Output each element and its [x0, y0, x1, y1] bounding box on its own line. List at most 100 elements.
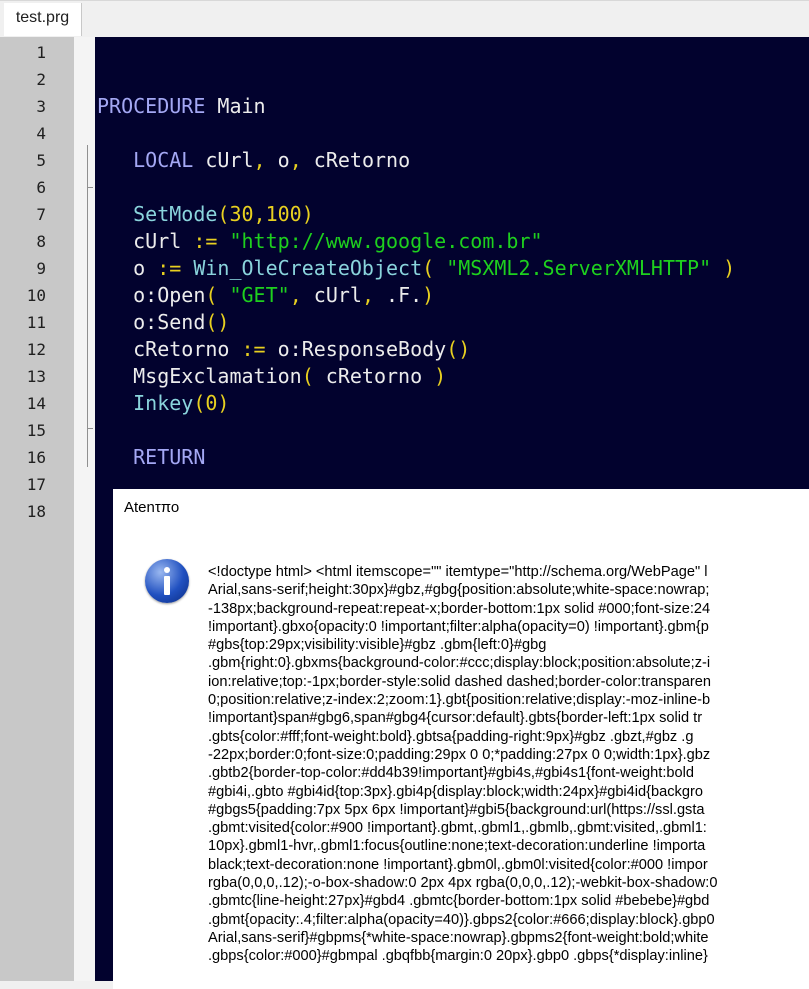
line-number: 9 [36, 259, 46, 278]
message-line: -22px;border:0;font-size:0;padding:29px … [208, 746, 711, 763]
message-line: !important}.gbxo{opacity:0 !important;fi… [208, 618, 709, 635]
code-token: "http://www.google.com.br" [229, 229, 543, 253]
line-number: 7 [36, 205, 46, 224]
line-number: 3 [36, 97, 46, 116]
line-number: 8 [36, 232, 46, 251]
code-token: cUrl [97, 229, 182, 253]
code-token: (30,100) [217, 202, 314, 226]
fold-marker [87, 428, 93, 429]
code-token: o:Open [97, 283, 206, 307]
code-token: ( [422, 256, 447, 280]
message-line: .gbm{right:0}.gbxms{background-color:#cc… [208, 655, 711, 672]
code-token: (0) [193, 391, 230, 415]
message-line: .gbps{color:#000}#gbmpal .gbqfbb{margin:… [208, 948, 708, 965]
line-number: 2 [36, 70, 46, 89]
dialog-message: <!doctype html> <html itemscope="" itemt… [208, 563, 809, 966]
line-number: 18 [26, 502, 46, 521]
code-token: PROCEDURE [97, 94, 206, 118]
code-token: ( [301, 364, 326, 388]
code-line: o:Open( "GET", cUrl, .F.) [97, 282, 434, 309]
code-line: Inkey(0) [97, 390, 229, 417]
code-token: cRetorno [325, 364, 423, 388]
code-line: cUrl := "http://www.google.com.br" [97, 228, 543, 255]
code-token: cRetorno [97, 337, 230, 361]
line-number: 15 [26, 421, 46, 440]
code-token: Main [205, 94, 266, 118]
code-token: o:Send [97, 310, 206, 334]
message-line: black;text-decoration:none !important}.g… [208, 856, 708, 873]
code-token: , [253, 148, 266, 172]
message-line: 10px}.gbml1-hvr,.gbml1:focus{outline:non… [208, 838, 706, 855]
code-token: cUrl [193, 148, 254, 172]
fold-margin[interactable] [74, 37, 95, 981]
message-line: .gbmtc{line-height:27px}#gbd4 .gbmtc{bor… [208, 893, 710, 910]
code-token: Inkey [97, 391, 194, 415]
code-token: ) [711, 256, 736, 280]
code-line: PROCEDURE Main [97, 93, 266, 120]
message-line: rgba(0,0,0,.12);-o-box-shadow:0 2px 4px … [208, 875, 718, 892]
code-token: cRetorno [301, 148, 411, 172]
code-token: MsgExclamation [97, 364, 302, 388]
line-number: 4 [36, 124, 46, 143]
message-line: -138px;background-repeat:repeat-x;border… [208, 600, 711, 617]
code-token: , [289, 283, 314, 307]
line-number: 13 [26, 367, 46, 386]
line-number: 1 [36, 43, 46, 62]
line-number: 11 [26, 313, 46, 332]
line-number: 12 [26, 340, 46, 359]
code-line: RETURN [97, 444, 205, 471]
message-line: #gbs{top:29px;visibility:visible}#gbz .g… [208, 637, 547, 654]
line-number: 5 [36, 151, 46, 170]
line-number: 17 [26, 475, 46, 494]
code-line: LOCAL cUrl, o, cRetorno [97, 147, 410, 174]
code-token: , [289, 148, 302, 172]
message-line: !important}span#gbg6,span#gbg4{cursor:de… [208, 710, 703, 727]
code-line: SetMode(30,100) [97, 201, 314, 228]
code-token: o [97, 256, 146, 280]
code-token: ( [205, 283, 230, 307]
code-token: "MSXML2.ServerXMLHTTP" [446, 256, 712, 280]
code-token: o:ResponseBody [277, 337, 447, 361]
message-line: #gbgs5{padding:7px 5px 6px !important}#g… [208, 801, 705, 818]
code-token: ) [422, 283, 435, 307]
message-line: <!doctype html> <html itemscope="" itemt… [208, 564, 708, 580]
message-line: #gbi4i,.gbto #gbi4id{top:3px}.gbi4p{disp… [208, 783, 703, 800]
fold-marker [87, 187, 93, 188]
code-token: , [361, 283, 387, 307]
message-line: .gbmt:visited{color:#900 !important}.gbm… [208, 820, 707, 837]
line-number-gutter: 1 2 3 4 5 6 7 8 9 10 11 12 13 14 15 16 17 18 [0, 37, 74, 981]
code-token: o [265, 148, 290, 172]
tab-bar: test.prg [0, 0, 809, 37]
info-icon [145, 559, 189, 603]
line-number: 6 [36, 178, 46, 197]
fold-line [87, 145, 88, 467]
code-token: .F. [386, 283, 423, 307]
message-line: .gbts{color:#fff;font-weight:bold}.gbtsa… [208, 728, 694, 745]
code-token: () [205, 310, 230, 334]
code-token: () [446, 337, 471, 361]
message-line: .gbmt{opacity:.4;filter:alpha(opacity=40… [208, 911, 715, 928]
code-line: o:Send() [97, 309, 229, 336]
dialog-title: Atenτπο [124, 499, 180, 516]
code-line: o := Win_OleCreateObject( "MSXML2.Server… [97, 255, 735, 282]
code-token: ) [422, 364, 447, 388]
line-number: 10 [26, 286, 46, 305]
message-line: ion:relative;top:-1px;border-style:solid… [208, 673, 711, 690]
code-token: "GET" [229, 283, 290, 307]
code-token: := [145, 256, 194, 280]
message-line: Arial,sans-serif;height:30px}#gbz,#gbg{p… [208, 582, 710, 599]
line-number: 14 [26, 394, 46, 413]
code-token: LOCAL [97, 148, 194, 172]
code-token: RETURN [97, 445, 206, 469]
code-line: MsgExclamation( cRetorno ) [97, 363, 446, 390]
message-line: 0;position:relative;z-index:2;zoom:1}.gb… [208, 692, 711, 709]
tab-test-prg[interactable]: test.prg [4, 3, 82, 36]
code-token: := [229, 337, 278, 361]
code-token: SetMode [97, 202, 218, 226]
message-line: .gbtb2{border-top-color:#dd4b39!importan… [208, 765, 694, 782]
code-token: := [181, 229, 230, 253]
code-line: cRetorno := o:ResponseBody() [97, 336, 470, 363]
message-dialog: Atenτπο <!doctype html> <html itemscope=… [113, 489, 809, 989]
line-number: 16 [26, 448, 46, 467]
message-line: Arial,sans-serif}#gbpms{*white-space:now… [208, 929, 709, 946]
